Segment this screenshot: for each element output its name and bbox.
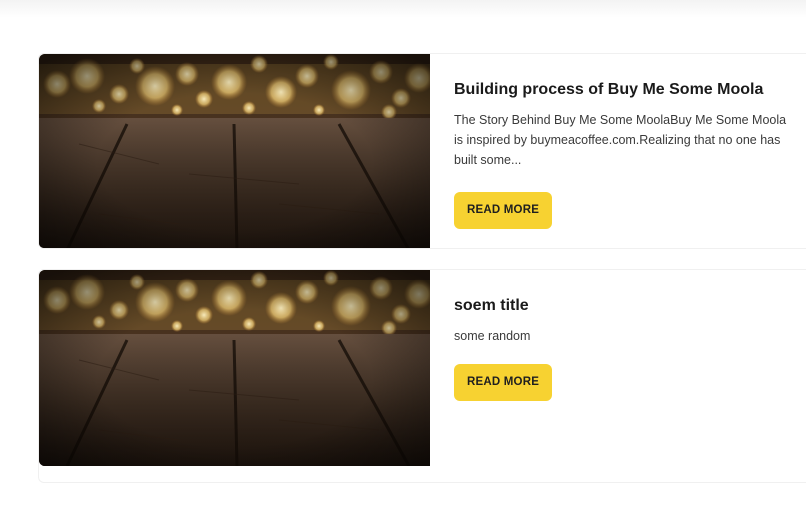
post-title[interactable]: Building process of Buy Me Some Moola <box>454 80 806 100</box>
bokeh-wooden-table-image <box>39 54 430 248</box>
post-excerpt: The Story Behind Buy Me Some MoolaBuy Me… <box>454 113 787 167</box>
post-excerpt: some random <box>454 329 531 343</box>
post-thumbnail[interactable] <box>39 54 430 248</box>
top-shadow-bar <box>0 0 806 18</box>
post-title[interactable]: soem title <box>454 296 806 316</box>
bokeh-wooden-table-image <box>39 270 430 466</box>
read-more-button[interactable]: READ MORE <box>454 192 553 229</box>
post-body: Building process of Buy Me Some Moola Th… <box>430 54 806 248</box>
post-body: soem title some random READ MORE <box>430 270 806 482</box>
post-feed: Building process of Buy Me Some Moola Th… <box>38 53 806 483</box>
post-card: soem title some random READ MORE <box>38 269 806 483</box>
post-thumbnail[interactable] <box>39 270 430 466</box>
read-more-button[interactable]: READ MORE <box>454 364 553 401</box>
post-card: Building process of Buy Me Some Moola Th… <box>38 53 806 249</box>
